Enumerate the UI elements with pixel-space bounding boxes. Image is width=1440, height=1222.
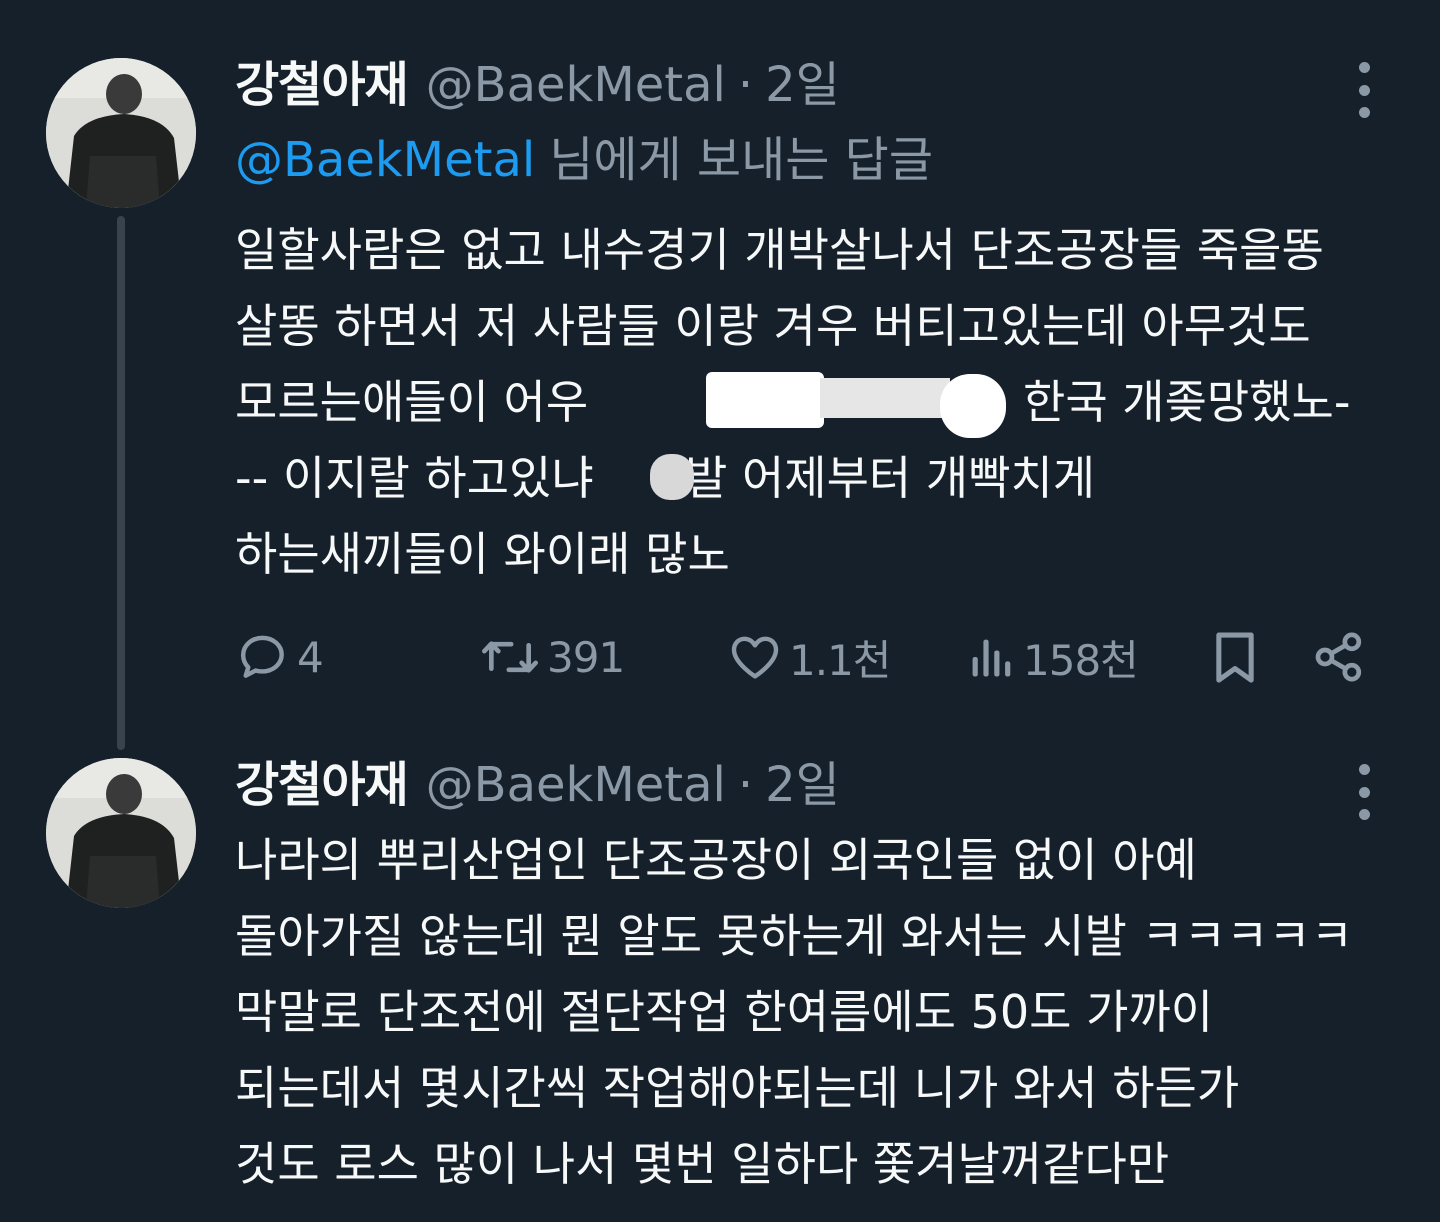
separator: ·	[737, 757, 754, 813]
like-icon	[731, 636, 779, 679]
thread-line	[117, 216, 125, 750]
reply-icon	[240, 635, 284, 678]
share-button[interactable]	[1311, 622, 1367, 692]
avatar-photo-icon	[46, 758, 196, 908]
tweet-text-line: 되는데서 몇시간씩 작업해야되는데 니가 와서 하든가	[235, 1061, 1240, 1115]
redaction-mark	[940, 374, 1006, 438]
redaction-mark	[820, 378, 950, 418]
views-icon	[972, 639, 1011, 677]
tweet-header: 강철아재 @BaekMetal · 2일	[235, 755, 840, 815]
avatar-photo-icon	[46, 58, 196, 208]
reply-mention-link[interactable]: @BaekMetal	[235, 132, 535, 188]
view-count: 158천	[1023, 635, 1139, 685]
tweet-header: 강철아재 @BaekMetal · 2일	[235, 55, 840, 115]
retweet-icon	[482, 641, 539, 673]
tweet-text-segment: -- 이지랄 하고있냐	[235, 451, 594, 505]
timestamp[interactable]: 2일	[765, 755, 840, 815]
avatar[interactable]	[46, 58, 196, 208]
tweet-text: 나라의 뿌리산업인 단조공장이 외국인들 없이 아예 돌아가질 않는데 뭔 알도…	[235, 822, 1405, 1202]
display-name[interactable]: 강철아재	[235, 755, 409, 815]
avatar[interactable]	[46, 758, 196, 908]
tweet-text-line: -- 이지랄 하고있냐 발 어제부터 개빡치게	[235, 440, 1405, 516]
like-button[interactable]: 1.1천	[727, 622, 891, 692]
reply-count: 4	[297, 632, 324, 682]
bookmark-button[interactable]	[1207, 622, 1263, 692]
like-count: 1.1천	[789, 635, 891, 685]
tweet-text-line: 일할사람은 없고 내수경기 개박살나서 단조공장들 죽을똥	[235, 223, 1324, 277]
tweet-text-line: 것도 로스 많이 나서 몇번 일하다 쫓겨날꺼같다만	[235, 1137, 1170, 1191]
tweet[interactable]: 강철아재 @BaekMetal · 2일 나라의 뿌리산업인 단조공장이 외국인…	[0, 752, 1440, 1222]
display-name[interactable]: 강철아재	[235, 55, 409, 115]
tweet-text-line: 살똥 하면서 저 사람들 이랑 겨우 버티고있는데 아무것도	[235, 299, 1311, 353]
tweet-text-line: 돌아가질 않는데 뭔 알도 못하는게 와서는 시발 ㅋㅋㅋㅋㅋ	[235, 909, 1354, 963]
tweet-text-segment: 한국 개좆망했노-	[1023, 375, 1351, 429]
tweet-text-line: 나라의 뿌리산업인 단조공장이 외국인들 없이 아예	[235, 833, 1197, 887]
user-handle[interactable]: @BaekMetal	[426, 755, 726, 815]
user-handle[interactable]: @BaekMetal	[426, 55, 726, 115]
reply-button[interactable]: 4	[235, 622, 324, 692]
bookmark-icon	[1216, 632, 1254, 683]
more-icon[interactable]	[1352, 764, 1376, 820]
tweet[interactable]: 강철아재 @BaekMetal · 2일 @BaekMetal 님에게 보내는 답…	[0, 0, 1440, 752]
tweet-actions: 4 391 1.1천 158천	[235, 622, 1405, 692]
share-icon	[1315, 632, 1362, 682]
tweet-text-segment: 모르는애들이 어우	[235, 375, 589, 429]
separator: ·	[737, 57, 754, 113]
reply-to-suffix: 님에게 보내는 답글	[549, 132, 933, 188]
timestamp[interactable]: 2일	[765, 55, 840, 115]
more-icon[interactable]	[1352, 62, 1376, 118]
tweet-text-line: 막말로 단조전에 절단작업 한여름에도 50도 가까이	[235, 985, 1214, 1039]
redaction-mark	[650, 454, 694, 500]
views-button[interactable]: 158천	[965, 622, 1139, 692]
retweet-button[interactable]: 391	[479, 622, 625, 692]
retweet-count: 391	[547, 632, 625, 682]
redaction-mark	[706, 372, 824, 428]
tweet-text-line: 하는새끼들이 와이래 많노	[235, 527, 730, 581]
reply-to: @BaekMetal 님에게 보내는 답글	[235, 128, 933, 192]
tweet-text-segment: 발 어제부터 개빡치게	[685, 451, 1096, 505]
